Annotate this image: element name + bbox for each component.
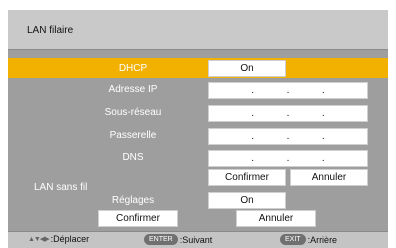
dhcp-toggle[interactable]: On <box>208 60 286 77</box>
page-title: LAN filaire <box>27 25 74 36</box>
gateway-field[interactable]: ... <box>208 128 368 145</box>
ip-address-field[interactable]: ... <box>208 82 368 99</box>
ip-dot: . <box>321 131 325 142</box>
wireless-cancel-button[interactable]: Annuler <box>236 210 316 227</box>
ip-dot: . <box>286 85 290 96</box>
wireless-settings-toggle[interactable]: On <box>208 192 286 209</box>
ip-dot: . <box>321 153 325 164</box>
footer-move-label: :Déplacer <box>50 234 90 244</box>
wireless-confirm-button[interactable]: Confirmer <box>98 210 178 227</box>
ip-dot: . <box>321 108 325 119</box>
settings-screen: LAN filaire DHCP On Adresse IP ... Sous-… <box>8 10 388 248</box>
subnet-label: Sous-réseau <box>104 107 162 118</box>
arrow-keys-icon: ▲▼◀▶ <box>28 236 50 243</box>
dns-label: DNS <box>122 152 144 163</box>
footer-bar: ▲▼◀▶ :Déplacer ENTER :Suivant EXIT :Arri… <box>8 231 388 248</box>
ip-dot: . <box>286 108 290 119</box>
ip-label: Adresse IP <box>108 84 158 95</box>
footer-move: ▲▼◀▶ :Déplacer <box>28 234 89 244</box>
ip-dot: . <box>286 153 290 164</box>
ip-dot: . <box>251 108 255 119</box>
subnet-field[interactable]: ... <box>208 105 368 122</box>
footer-next: ENTER :Suivant <box>144 234 212 245</box>
ip-dot: . <box>251 85 255 96</box>
footer-next-label: :Suivant <box>179 234 213 245</box>
header-bar: LAN filaire <box>8 10 388 50</box>
footer-back-label: :Arrière <box>307 234 338 245</box>
exit-key-icon: EXIT <box>280 234 306 245</box>
wireless-section-title: LAN sans fil <box>34 182 88 193</box>
wired-cancel-button[interactable]: Annuler <box>290 169 368 186</box>
ip-dot: . <box>251 131 255 142</box>
dns-field[interactable]: ... <box>208 150 368 167</box>
enter-key-icon: ENTER <box>144 234 178 245</box>
wired-confirm-button[interactable]: Confirmer <box>208 169 286 186</box>
gateway-label: Passerelle <box>109 130 157 141</box>
dhcp-label: DHCP <box>118 63 148 74</box>
ip-dot: . <box>251 153 255 164</box>
ip-dot: . <box>286 131 290 142</box>
ip-dot: . <box>321 85 325 96</box>
wireless-settings-label: Réglages <box>111 195 155 206</box>
footer-back: EXIT :Arrière <box>280 234 337 245</box>
